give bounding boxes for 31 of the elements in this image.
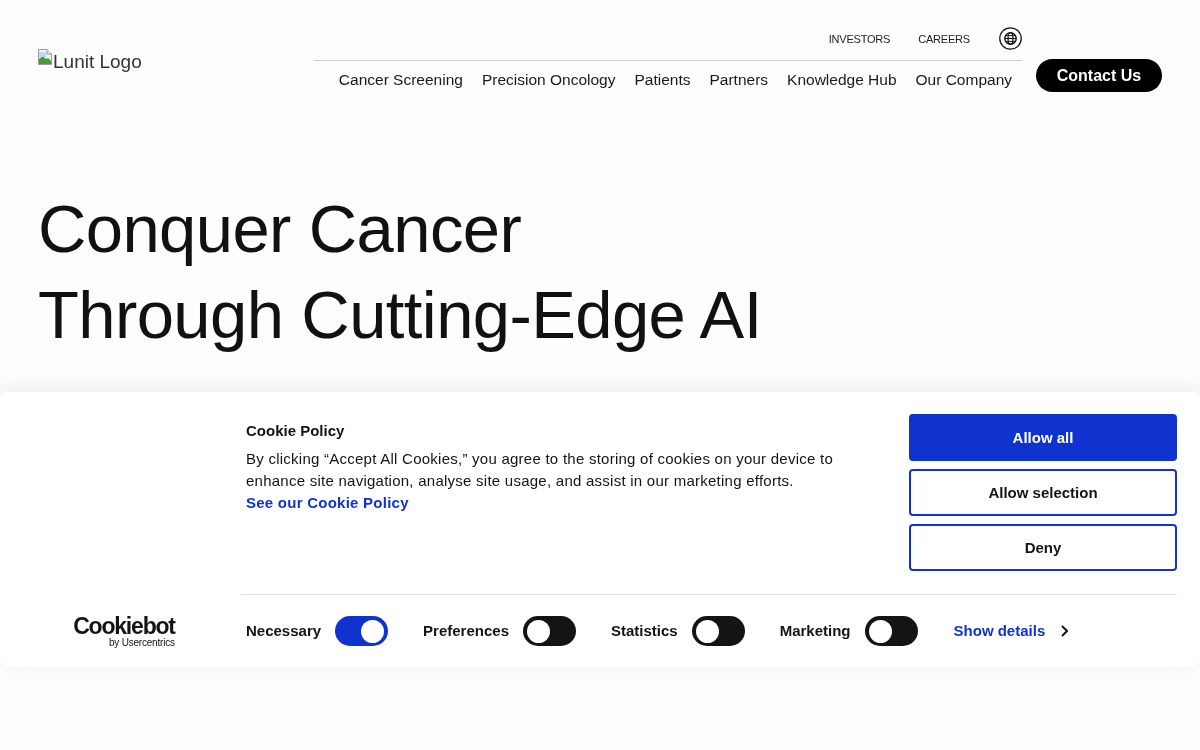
utility-link[interactable]: INVESTORS bbox=[828, 31, 891, 46]
nav-link[interactable]: Cancer Screening bbox=[338, 70, 463, 89]
nav-link[interactable]: Partners bbox=[709, 70, 769, 89]
show-details-link[interactable]: Show details bbox=[953, 622, 1046, 640]
consent-label: Necessary bbox=[246, 622, 322, 640]
nav-link[interactable]: Patients bbox=[634, 70, 691, 89]
utility-link[interactable]: CAREERS bbox=[918, 31, 970, 46]
cookiebot-wordmark: Cookiebot bbox=[73, 614, 175, 637]
consent-label: Marketing bbox=[779, 622, 851, 640]
consent-label: Statistics bbox=[611, 622, 678, 640]
nav-link[interactable]: Knowledge Hub bbox=[787, 70, 897, 89]
cookiebot-tagline: by Usercentrics bbox=[108, 636, 175, 648]
consent-button[interactable]: Allow selection bbox=[909, 469, 1177, 516]
nav-link[interactable]: Precision Oncology bbox=[481, 70, 616, 89]
cookie-policy-link[interactable]: See our Cookie Policy bbox=[246, 494, 409, 511]
cookie-description: By clicking “Accept All Cookies,” you agree to the storing of cookies on your device to enhance site navigation, analyse site usage, and assist in our marketing efforts. See our Cookie Policy bbox=[246, 449, 835, 513]
toggle-switch[interactable] bbox=[335, 616, 389, 646]
chevron-right-icon bbox=[1061, 625, 1069, 637]
toggle-switch[interactable] bbox=[864, 616, 918, 646]
consent-label: Preferences bbox=[423, 622, 509, 640]
broken-image-icon bbox=[37, 49, 53, 65]
cookie-title: Cookie Policy bbox=[246, 421, 345, 441]
hero-heading: Conquer Cancer Through Cutting-Edge AI bbox=[38, 190, 762, 354]
contact-button[interactable]: Contact Us bbox=[1036, 59, 1162, 92]
logo-alt-text: Lunit Logo bbox=[53, 51, 142, 73]
nav-link[interactable]: Our Company bbox=[915, 70, 1012, 89]
consent-button[interactable]: Allow all bbox=[909, 414, 1177, 461]
consent-button[interactable]: Deny bbox=[909, 524, 1177, 571]
toggle-switch[interactable] bbox=[691, 616, 745, 646]
globe-icon[interactable] bbox=[999, 27, 1022, 50]
toggle-switch[interactable] bbox=[523, 616, 576, 646]
